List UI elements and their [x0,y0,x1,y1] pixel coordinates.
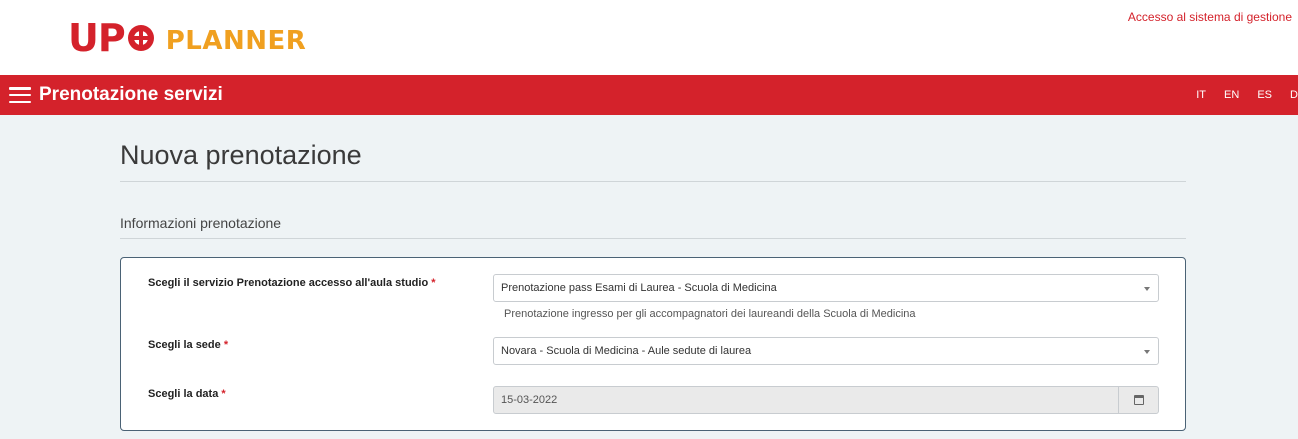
date-field-value: 15-03-2022 [501,394,558,406]
lang-en-link[interactable]: EN [1224,89,1239,101]
logo-upo-text: UP [68,19,156,57]
required-marker: * [223,339,229,351]
upo-planner-logo[interactable]: UP PLANNER [68,16,306,60]
menu-hamburger-icon[interactable] [9,87,31,103]
booking-form-panel: Scegli il servizio Prenotazione accesso … [120,257,1186,431]
service-label: Scegli il servizio Prenotazione accesso … [148,277,436,289]
title-divider [120,181,1186,182]
lang-es-link[interactable]: ES [1257,89,1272,101]
location-label-text: Scegli la sede [148,339,221,351]
calendar-icon [1133,395,1144,405]
top-header: UP PLANNER Accesso al sistema di gestion… [0,0,1298,75]
chevron-down-icon [1144,350,1150,354]
required-marker: * [431,277,436,289]
required-marker: * [221,388,226,400]
language-switcher: IT EN ES D [1196,75,1298,115]
service-hint: Prenotazione ingresso per gli accompagna… [504,308,916,320]
lang-d-link[interactable]: D [1290,89,1298,101]
date-label: Scegli la data * [148,388,226,400]
service-select[interactable]: Prenotazione pass Esami di Laurea - Scuo… [493,274,1159,302]
section-divider [120,238,1186,239]
main-navbar: Prenotazione servizi IT EN ES D [0,75,1298,115]
chevron-down-icon [1144,287,1150,291]
logo-upo-letters: UP [68,16,126,60]
location-select[interactable]: Novara - Scuola di Medicina - Aule sedut… [493,337,1159,365]
service-label-text: Scegli il servizio Prenotazione accesso … [148,277,429,289]
page-title: Nuova prenotazione [120,140,362,170]
service-select-value: Prenotazione pass Esami di Laurea - Scuo… [501,282,777,294]
navbar-title: Prenotazione servizi [39,84,223,105]
main-content: Nuova prenotazione Informazioni prenotaz… [0,115,1298,439]
location-label: Scegli la sede * [148,339,228,351]
section-title: Informazioni prenotazione [120,215,282,231]
management-access-link[interactable]: Accesso al sistema di gestione [1128,10,1292,24]
calendar-button[interactable] [1118,387,1158,413]
logo-planner-text: PLANNER [165,26,307,56]
date-field[interactable]: 15-03-2022 [493,386,1159,414]
date-label-text: Scegli la data [148,388,219,400]
lang-it-link[interactable]: IT [1196,89,1206,101]
location-select-value: Novara - Scuola di Medicina - Aule sedut… [501,345,752,357]
logo-mark-icon [127,25,154,51]
